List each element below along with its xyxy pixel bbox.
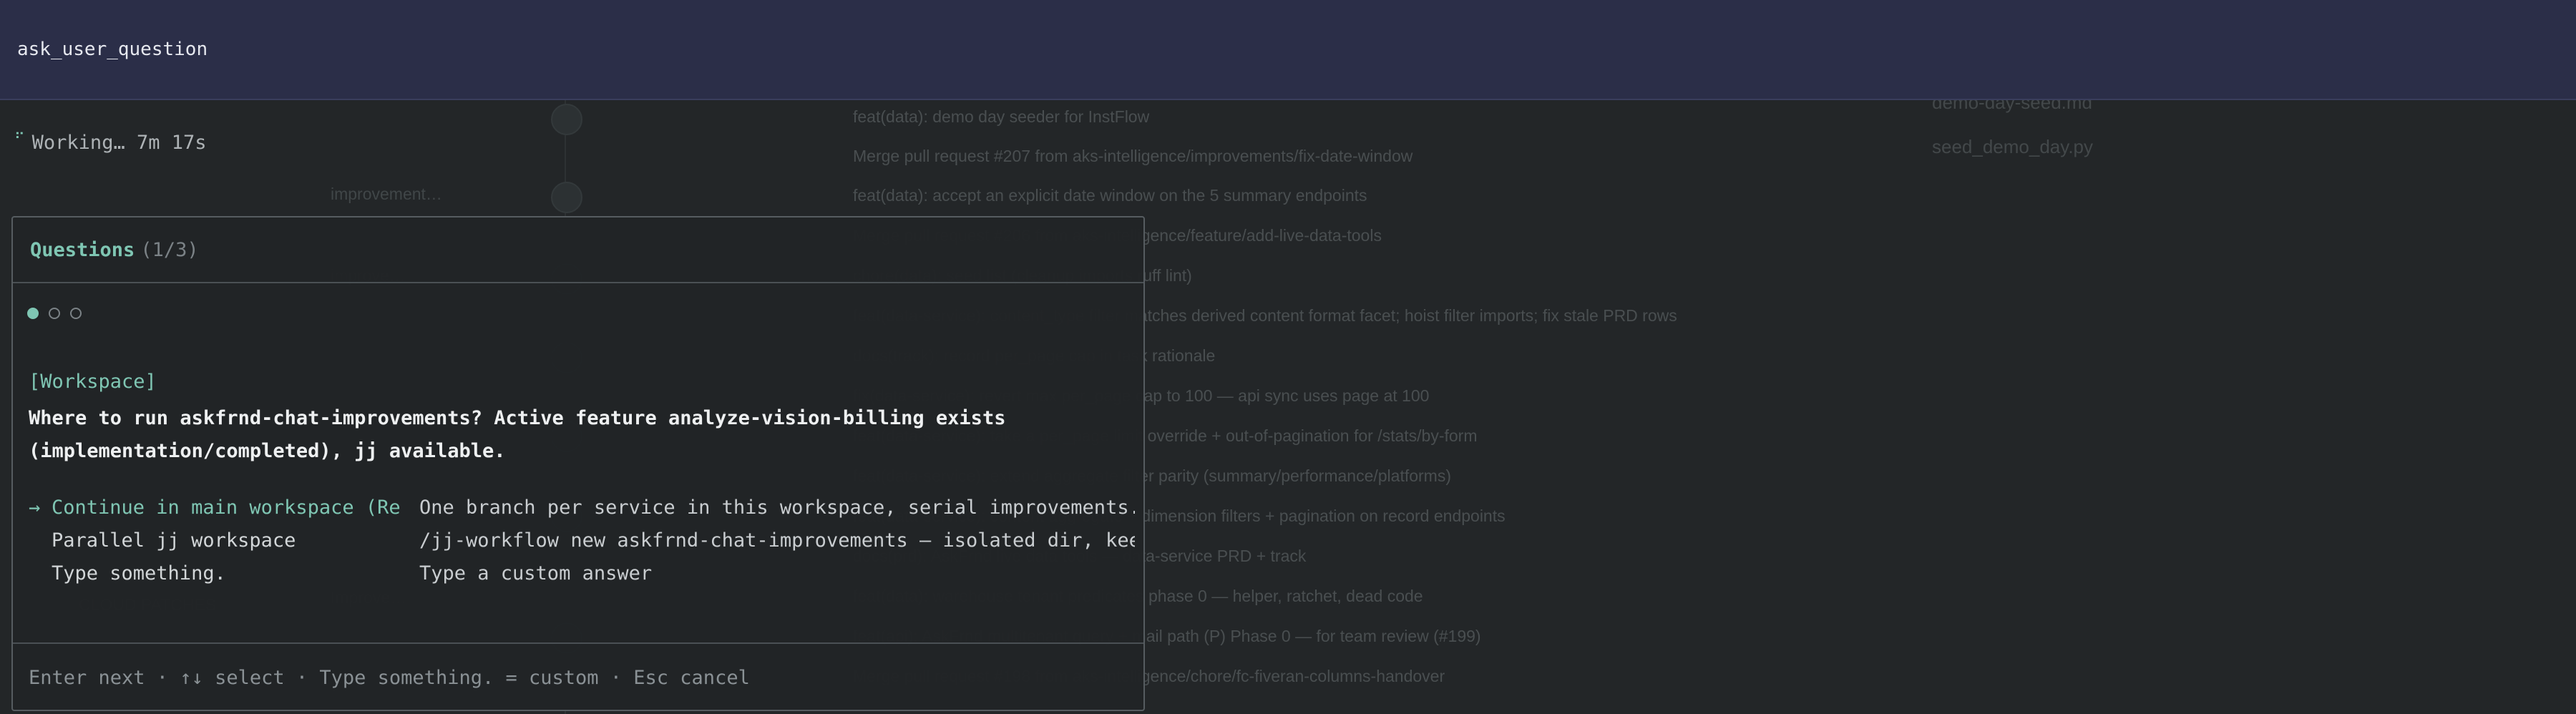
- commit-row: Merge pull request #207 from aks-intelli…: [853, 147, 1413, 165]
- keyboard-hints: Enter next · ↑↓ select · Type something.…: [29, 667, 750, 689]
- question-tag: [Workspace]: [29, 371, 157, 393]
- spinner-icon: ⠋: [14, 129, 25, 147]
- option-label: → Continue in main workspace (Re: [29, 497, 401, 519]
- graph-node: [551, 104, 582, 135]
- question-line: Where to run askfrnd-chat-improvements? …: [29, 407, 1006, 429]
- option-type-something[interactable]: Type something. Type a custom answer: [13, 562, 1143, 594]
- sidebar-branch: improvement…: [331, 185, 442, 203]
- question-line: (implementation/completed), jj available…: [29, 440, 506, 462]
- question-dialog: Questions (1/3) [Workspace] Where to run …: [11, 216, 1145, 711]
- option-label: Type something.: [52, 562, 226, 585]
- option-description: Type a custom answer: [419, 562, 653, 585]
- option-parallel-jj-workspace[interactable]: Parallel jj workspace /jj-workflow new a…: [13, 529, 1143, 561]
- option-description: One branch per service in this workspace…: [419, 497, 1135, 519]
- option-description: /jj-workflow new askfrnd-chat-improvemen…: [419, 529, 1135, 552]
- question-text: Where to run askfrnd-chat-improvements? …: [29, 402, 1131, 468]
- tool-title: ask_user_question: [17, 39, 208, 60]
- status-text: Working… 7m 17s: [31, 132, 207, 154]
- dialog-header: Questions (1/3): [13, 217, 1143, 283]
- dialog-footer: Enter next · ↑↓ select · Type something.…: [13, 642, 1143, 711]
- graph-node: [551, 182, 582, 213]
- commit-row: feat(data): accept an explicit date wind…: [853, 186, 1367, 205]
- dialog-title: Questions (1/3): [30, 239, 199, 261]
- arrow-right-icon: →: [29, 497, 41, 519]
- progress-dot-current: [27, 308, 39, 319]
- progress-dot: [70, 308, 82, 319]
- dialog-title-text: Questions: [30, 239, 135, 261]
- option-continue-main-workspace[interactable]: → Continue in main workspace (Re One bran…: [13, 497, 1143, 528]
- commit-row: feat(data): demo day seeder for InstFlow: [853, 107, 1150, 126]
- progress-dots: [27, 305, 82, 322]
- option-label: Parallel jj workspace: [52, 529, 296, 552]
- progress-dot: [49, 308, 60, 319]
- status-line: ⠋ Working… 7m 17s: [14, 129, 207, 154]
- question-counter: (1/3): [140, 239, 199, 261]
- tool-header: ask_user_question: [0, 0, 2576, 100]
- file-item: seed_demo_day.py: [1932, 136, 2094, 157]
